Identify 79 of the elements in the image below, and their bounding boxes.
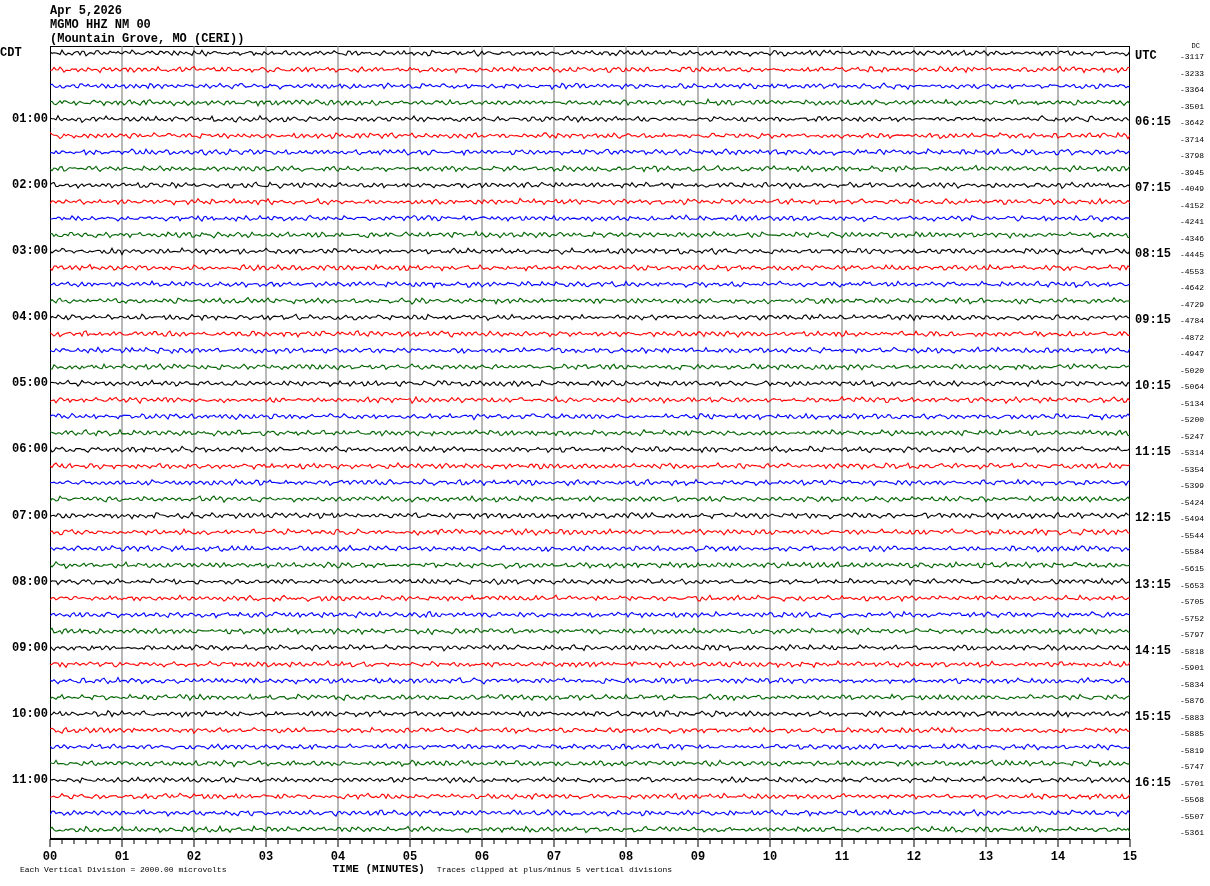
dc-offset-value: -5399 [1180, 481, 1204, 491]
hour-label: 04:00 [12, 310, 48, 325]
hour-label: 15:15 [1135, 709, 1171, 724]
hour-label: 10:15 [1135, 379, 1171, 394]
dc-offset-value: -5818 [1180, 646, 1204, 656]
dc-offset-value: -5544 [1180, 530, 1204, 540]
dc-offset-value: -3364 [1180, 85, 1204, 95]
dc-offset-value: -5361 [1180, 828, 1204, 838]
dc-offset-value: -5701 [1180, 778, 1204, 788]
dc-offset-value: -4241 [1180, 217, 1204, 227]
dc-offset-value: -5200 [1180, 415, 1204, 425]
hour-label: 07:15 [1135, 181, 1171, 196]
hour-label: 11:15 [1135, 445, 1171, 460]
dc-offset-value: -4152 [1180, 200, 1204, 210]
dc-offset-value: -5705 [1180, 597, 1204, 606]
dc-offset-value: -4872 [1180, 332, 1204, 342]
time-zone-label: UTC [1135, 49, 1157, 63]
dc-offset-value: -4346 [1180, 233, 1204, 243]
hour-label: 08:15 [1135, 247, 1171, 262]
dc-offset-value: -5834 [1180, 679, 1204, 689]
hour-label: 08:00 [12, 574, 48, 589]
dc-offset-value: -5494 [1180, 514, 1204, 524]
dc-offset-value: -5797 [1180, 630, 1204, 640]
hour-label: 09:15 [1135, 313, 1171, 328]
dc-offset-value: -4445 [1180, 250, 1204, 260]
hour-label: 03:00 [12, 244, 48, 259]
hour-label: 06:15 [1135, 115, 1171, 130]
dc-offset-value: -5584 [1180, 547, 1204, 557]
hour-label: 09:00 [12, 640, 48, 655]
station-code: MGMO HHZ NM 00 [50, 18, 151, 32]
dc-offset-value: -5615 [1180, 564, 1204, 573]
dc-offset-value: -3798 [1180, 151, 1204, 161]
dc-offset-value: -5424 [1180, 497, 1204, 507]
dc-offset-value: -5020 [1180, 365, 1204, 375]
dc-offset-value: -4729 [1180, 299, 1204, 309]
dc-offset-value: -4642 [1180, 283, 1204, 293]
dc-offset-value: -4049 [1180, 184, 1204, 194]
hour-label: 06:00 [12, 442, 48, 457]
hour-label: 07:00 [12, 508, 48, 523]
station-location: (Mountain Grove, MO (CERI)) [50, 32, 245, 46]
dc-offset-value: -5883 [1180, 712, 1204, 722]
dc-offset-value: -3501 [1180, 101, 1204, 111]
dc-offset-value: -5901 [1180, 663, 1204, 673]
dc-offset-value: -5819 [1180, 745, 1204, 755]
time-zone-label: CDT [0, 46, 22, 60]
dc-offset-value: -5314 [1180, 448, 1204, 458]
dc-offset-value: -5885 [1180, 729, 1204, 739]
dc-offset-value: -4947 [1180, 349, 1204, 359]
hour-label: 13:15 [1135, 577, 1171, 592]
axis-title: TIME (MINUTES) [332, 862, 425, 875]
hour-label: 01:00 [12, 112, 48, 127]
hour-label: 12:15 [1135, 511, 1171, 526]
hour-label: 05:00 [12, 376, 48, 391]
dc-offset-value: -4553 [1180, 266, 1204, 276]
hour-label: 14:15 [1135, 643, 1171, 658]
dc-offset-value: -5134 [1180, 398, 1204, 408]
clipping-note: Traces clipped at plus/minus 5 vertical divisions [436, 864, 673, 874]
dc-offset-value: -3642 [1180, 118, 1204, 128]
hour-label: 10:00 [12, 706, 48, 721]
dc-offset-value: -5747 [1180, 762, 1204, 772]
dc-offset-value: -5876 [1180, 696, 1204, 706]
scale-note: Each Vertical Division = 2000.00 microvolts [20, 864, 227, 874]
dc-offset-value: -5653 [1180, 580, 1204, 590]
dc-offset-value: -5752 [1180, 613, 1204, 623]
time-axis: 00 01 02 03 04 05 06 07 08 09 10 11 12 13 14 15 [30, 838, 1150, 863]
hour-label: 11:00 [12, 772, 48, 787]
dc-offset-value: -5064 [1180, 382, 1204, 392]
dc-offset-value: -3233 [1180, 68, 1204, 78]
dc-offset-value: -5507 [1180, 811, 1204, 821]
dc-offset-value: -5354 [1180, 464, 1204, 474]
hour-label: 02:00 [12, 178, 48, 193]
dc-offset-value: -5247 [1180, 431, 1204, 441]
hour-label: 16:15 [1135, 775, 1171, 790]
chart-date: Apr 5,2026 [50, 4, 122, 18]
dc-offset-value: -3945 [1180, 167, 1204, 177]
dc-offset-value: -5568 [1180, 795, 1204, 805]
dc-offset-value: -3714 [1180, 134, 1204, 144]
dc-offset-value: -3117 [1180, 52, 1204, 61]
dc-offset-value: -4784 [1180, 316, 1204, 326]
